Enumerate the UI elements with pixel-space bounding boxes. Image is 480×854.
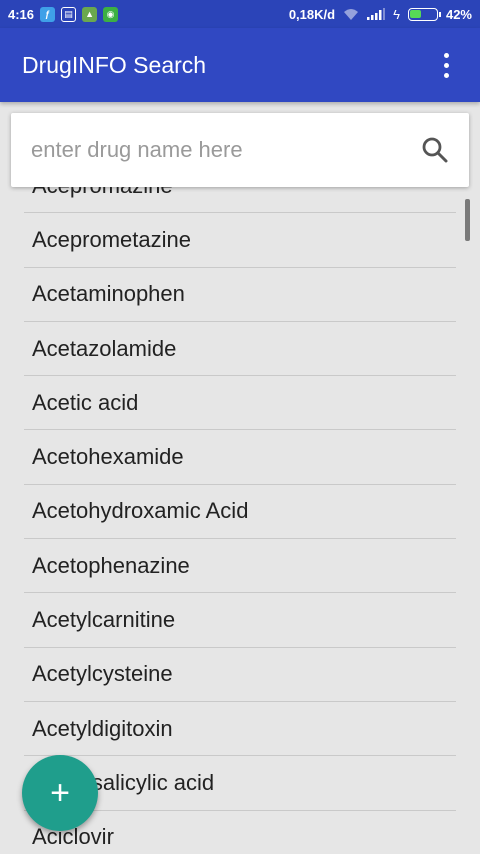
list-item[interactable]: Acetylcysteine	[24, 648, 456, 702]
status-right: 0,18K/d ϟ 42%	[289, 7, 472, 22]
search-card	[11, 113, 469, 187]
menu-dot	[443, 72, 449, 78]
android-icon: ◉	[103, 6, 119, 22]
more-vert-icon[interactable]	[434, 45, 458, 85]
list-item[interactable]: Aceprometazine	[24, 213, 456, 268]
image-icon: ▲	[82, 6, 98, 22]
scrollbar[interactable]	[465, 199, 470, 241]
add-icon: +	[50, 773, 70, 812]
search-icon[interactable]	[421, 136, 449, 164]
list-item[interactable]: Acetaminophen	[24, 268, 456, 322]
wifi-icon	[344, 8, 359, 20]
menu-dot	[443, 62, 449, 68]
list-item[interactable]: Acetylcarnitine	[24, 593, 456, 648]
app-title: DrugINFO Search	[22, 51, 207, 78]
battery-fill	[410, 10, 421, 18]
status-left: 4:16 ƒ ▤ ▲ ◉	[8, 6, 119, 22]
battery-icon	[407, 7, 441, 21]
list-item[interactable]: Acetyldigitoxin	[24, 702, 456, 757]
list-item[interactable]: Acetic acid	[24, 376, 456, 431]
list-item[interactable]: Acetohydroxamic Acid	[24, 485, 456, 540]
status-bar: 4:16 ƒ ▤ ▲ ◉ 0,18K/d ϟ 42%	[0, 0, 480, 28]
battery-percent: 42%	[445, 6, 472, 22]
list-item[interactable]: Acepromazine	[24, 187, 456, 214]
list-item[interactable]: Acetohexamide	[24, 430, 456, 485]
app-bar: DrugINFO Search	[0, 28, 480, 102]
signal-icon	[367, 8, 386, 20]
list-item[interactable]: Acetophenazine	[24, 539, 456, 594]
app-icon-blue: ƒ	[40, 6, 56, 22]
add-button[interactable]: +	[22, 755, 98, 831]
drug-list: AcepromazineAceprometazineAcetaminophenA…	[24, 187, 456, 854]
charging-icon: ϟ	[393, 6, 400, 22]
data-speed: 0,18K/d	[288, 6, 336, 22]
status-time: 4:16	[8, 6, 35, 22]
list-item[interactable]: Acetazolamide	[24, 322, 456, 377]
menu-dot	[443, 52, 449, 58]
search-input[interactable]	[31, 137, 421, 163]
drug-list-area[interactable]: AcepromazineAceprometazineAcetaminophenA…	[0, 187, 480, 854]
message-icon: ▤	[61, 6, 77, 22]
